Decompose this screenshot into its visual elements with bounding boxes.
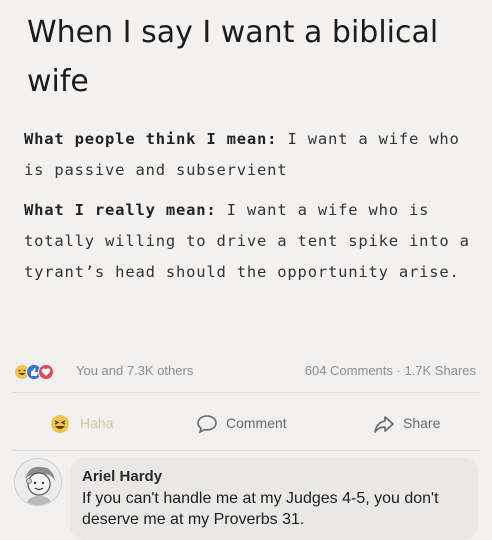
avatar-cartoon-icon — [15, 459, 61, 505]
divider — [12, 392, 480, 393]
share-label: Share — [403, 415, 441, 431]
divider — [12, 450, 480, 451]
haha-label: Haha — [80, 415, 114, 431]
reactions-row: You and 7.3K others 604 Comments · 1.7K … — [0, 352, 492, 392]
paragraph-really-mean: What I really mean: I want a wife who is… — [24, 195, 474, 288]
really-mean-label: What I really mean: — [24, 201, 217, 219]
comment-icon — [196, 414, 218, 434]
avatar[interactable] — [14, 458, 62, 506]
reaction-icons[interactable] — [14, 364, 74, 380]
comment-text: If you can't handle me at my Judges 4-5,… — [82, 490, 439, 528]
haha-button[interactable]: Haha — [50, 412, 113, 434]
comment-share-counts[interactable]: 604 Comments · 1.7K Shares — [305, 363, 476, 378]
people-think-label: What people think I mean: — [24, 130, 278, 148]
post-body: When I say I want a biblical wife What p… — [0, 0, 492, 352]
share-icon — [373, 414, 395, 433]
reaction-summary[interactable]: You and 7.3K others — [76, 363, 193, 378]
post-heading: When I say I want a biblical wife — [27, 15, 439, 99]
post-actions: Haha Comment Share — [0, 400, 492, 446]
comment-button[interactable]: Comment — [196, 412, 287, 434]
haha-reaction-icon — [50, 414, 72, 433]
share-button[interactable]: Share — [373, 412, 440, 434]
comment-label: Comment — [226, 415, 287, 431]
comment: Ariel Hardy If you can't handle me at my… — [0, 452, 492, 540]
paragraph-people-think: What people think I mean: I want a wife … — [24, 124, 474, 186]
comment-bubble: Ariel Hardy If you can't handle me at my… — [70, 458, 478, 540]
love-icon — [38, 364, 54, 380]
comment-author[interactable]: Ariel Hardy — [82, 468, 162, 485]
